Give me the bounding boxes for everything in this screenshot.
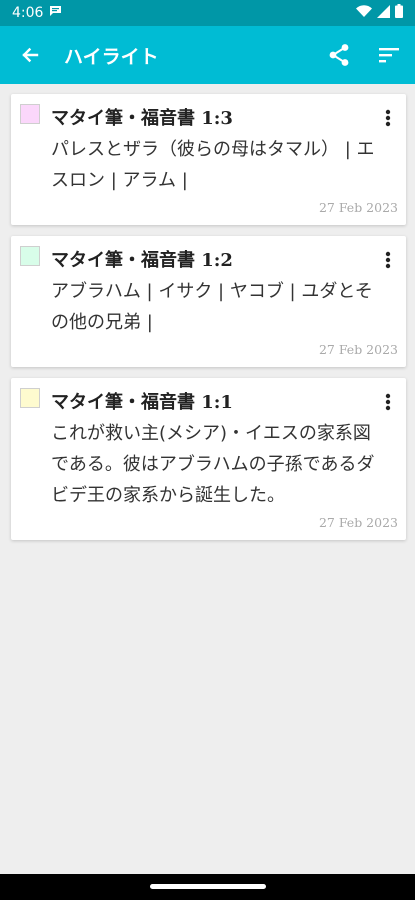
highlight-date: 27 Feb 2023 — [318, 342, 398, 357]
highlight-card[interactable]: マタイ筆・福音書 1:3 パレスとザラ（彼らの母はタマル） | エスロン | ア… — [11, 94, 406, 225]
highlight-color-swatch — [20, 388, 40, 408]
highlight-text: これが救い主(メシア)・イエスの家系図である。彼はアブラハムの子孫であるダビデ王… — [51, 423, 375, 506]
highlight-color-swatch — [20, 104, 40, 124]
highlight-date: 27 Feb 2023 — [318, 200, 398, 215]
highlight-reference: マタイ筆・福音書 1:1 — [51, 392, 233, 413]
status-right — [356, 4, 403, 22]
sort-icon[interactable] — [375, 41, 403, 69]
more-vert-icon[interactable] — [378, 108, 398, 128]
more-vert-icon[interactable] — [378, 250, 398, 270]
more-vert-icon[interactable] — [378, 392, 398, 412]
back-arrow-icon[interactable] — [16, 41, 44, 69]
status-left: 4:06 — [12, 5, 62, 21]
status-bar: 4:06 — [0, 0, 415, 26]
page-title: ハイライト — [64, 45, 159, 68]
status-time: 4:06 — [12, 5, 44, 21]
highlight-text: アブラハム | イサク | ヤコブ | ユダとその他の兄弟 | — [51, 281, 373, 333]
highlight-date: 27 Feb 2023 — [318, 515, 398, 530]
highlight-list: マタイ筆・福音書 1:3 パレスとザラ（彼らの母はタマル） | エスロン | ア… — [11, 94, 406, 551]
highlight-color-swatch — [20, 246, 40, 266]
highlight-reference: マタイ筆・福音書 1:2 — [51, 250, 233, 271]
share-icon[interactable] — [325, 41, 353, 69]
highlight-card[interactable]: マタイ筆・福音書 1:1 これが救い主(メシア)・イエスの家系図である。彼はアブ… — [11, 378, 406, 540]
highlight-card[interactable]: マタイ筆・福音書 1:2 アブラハム | イサク | ヤコブ | ユダとその他の… — [11, 236, 406, 367]
home-gesture-handle[interactable] — [150, 884, 266, 889]
app-bar: ハイライト — [0, 26, 415, 84]
wifi-icon — [356, 4, 372, 22]
chat-notification-icon — [49, 5, 62, 21]
signal-icon — [377, 4, 390, 22]
app-bar-actions — [325, 41, 403, 69]
highlight-reference: マタイ筆・福音書 1:3 — [51, 108, 233, 129]
battery-icon — [395, 4, 403, 22]
highlight-text: パレスとザラ（彼らの母はタマル） | エスロン | アラム | — [51, 139, 375, 191]
